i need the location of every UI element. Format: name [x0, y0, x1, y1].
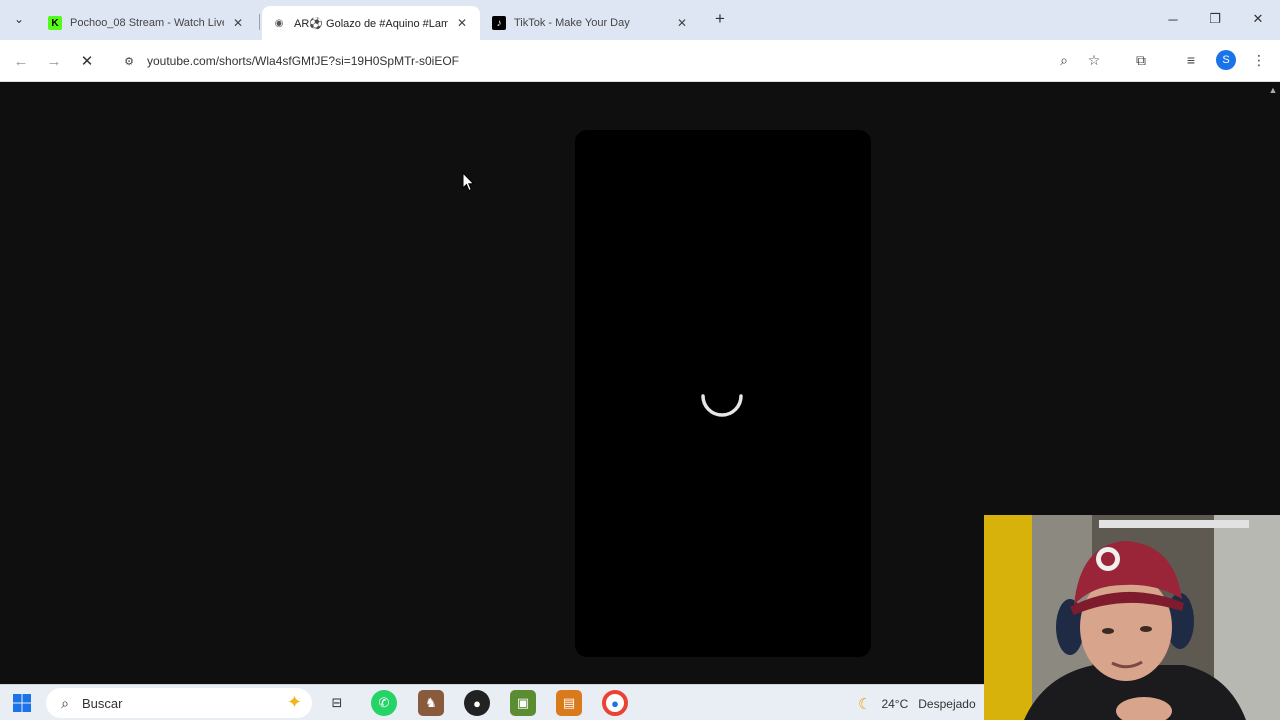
- profile-initial: S: [1222, 54, 1230, 66]
- weather-temperature: 24°C: [881, 697, 909, 711]
- bookmark-star-icon[interactable]: ☆: [1084, 50, 1104, 70]
- tab-pochoo-stream[interactable]: K Pochoo_08 Stream - Watch Live ✕: [38, 6, 256, 40]
- weather-condition: Despejado: [918, 697, 976, 711]
- zoom-icon[interactable]: ⌕: [1054, 50, 1074, 70]
- tab-separator: [259, 14, 260, 30]
- game-app-icon[interactable]: ♞: [418, 690, 444, 716]
- menu-kebab-icon[interactable]: ⋮: [1249, 50, 1269, 70]
- new-tab-button[interactable]: +: [710, 9, 730, 29]
- back-arrow-icon[interactable]: ←: [10, 50, 32, 72]
- minimize-button[interactable]: ─: [1158, 8, 1188, 30]
- search-icon: ⌕: [61, 694, 69, 711]
- screen: ⌄ K Pochoo_08 Stream - Watch Live ✕ ◉ AR…: [0, 0, 1280, 720]
- search-placeholder: Buscar: [82, 695, 123, 711]
- forward-arrow-icon[interactable]: →: [43, 50, 65, 72]
- tab-strip: ⌄ K Pochoo_08 Stream - Watch Live ✕ ◉ AR…: [0, 0, 1280, 40]
- tab-tiktok[interactable]: ♪ TikTok - Make Your Day ✕: [482, 6, 700, 40]
- game-launcher-icon[interactable]: ▤: [556, 690, 582, 716]
- extensions-puzzle-icon[interactable]: ⧉: [1131, 50, 1151, 70]
- kick-icon: K: [48, 16, 62, 30]
- profile-avatar[interactable]: S: [1216, 50, 1236, 70]
- close-window-button[interactable]: ✕: [1243, 8, 1273, 30]
- windows-start-icon[interactable]: [12, 693, 32, 713]
- browser-toolbar: ← → ✕ ⚙ youtube.com/shorts/Wla4sfGMfJE?s…: [0, 40, 1280, 82]
- scrollbar-up-arrow-icon[interactable]: ▲: [1268, 85, 1278, 95]
- restore-button[interactable]: ❐: [1200, 8, 1230, 30]
- tab-title: AR⚽ Golazo de #Aquino #Lam: [294, 17, 448, 30]
- address-bar[interactable]: ⚙ youtube.com/shorts/Wla4sfGMfJE?si=19H0…: [112, 45, 1112, 77]
- tab-golazo-aquino[interactable]: ◉ AR⚽ Golazo de #Aquino #Lam ✕: [262, 6, 480, 40]
- loading-spinner-icon: [701, 394, 743, 417]
- moon-icon: ☾: [858, 696, 872, 713]
- mouse-cursor-icon: [462, 172, 475, 192]
- audio-icon: ◉: [274, 17, 284, 29]
- minecraft-icon[interactable]: ▣: [510, 690, 536, 716]
- url-text[interactable]: youtube.com/shorts/Wla4sfGMfJE?si=19H0Sp…: [147, 54, 459, 68]
- tab-title: Pochoo_08 Stream - Watch Live: [70, 17, 224, 29]
- tiktok-icon: ♪: [492, 16, 506, 30]
- task-view-icon[interactable]: ⊟: [324, 690, 350, 716]
- sparkle-icon: ✦: [286, 692, 302, 712]
- tab-search-chevron-icon[interactable]: ⌄: [8, 8, 30, 30]
- webcam-overlay: [984, 515, 1280, 720]
- tab-title: TikTok - Make Your Day: [514, 17, 630, 29]
- shorts-video-player[interactable]: [575, 130, 871, 657]
- chrome-icon[interactable]: ●: [602, 690, 628, 716]
- taskbar-search-box[interactable]: ⌕ Buscar ✦: [46, 688, 312, 718]
- close-icon[interactable]: ✕: [230, 15, 246, 31]
- close-icon[interactable]: ✕: [454, 15, 470, 31]
- whatsapp-icon[interactable]: ✆: [371, 690, 397, 716]
- stop-loading-icon[interactable]: ✕: [76, 50, 98, 72]
- media-controls-icon[interactable]: ≡: [1181, 50, 1201, 70]
- roblox-app-icon[interactable]: ●: [464, 690, 490, 716]
- weather-widget[interactable]: ☾ 24°C Despejado: [858, 694, 976, 714]
- close-icon[interactable]: ✕: [674, 15, 690, 31]
- site-settings-icon[interactable]: ⚙: [121, 53, 137, 69]
